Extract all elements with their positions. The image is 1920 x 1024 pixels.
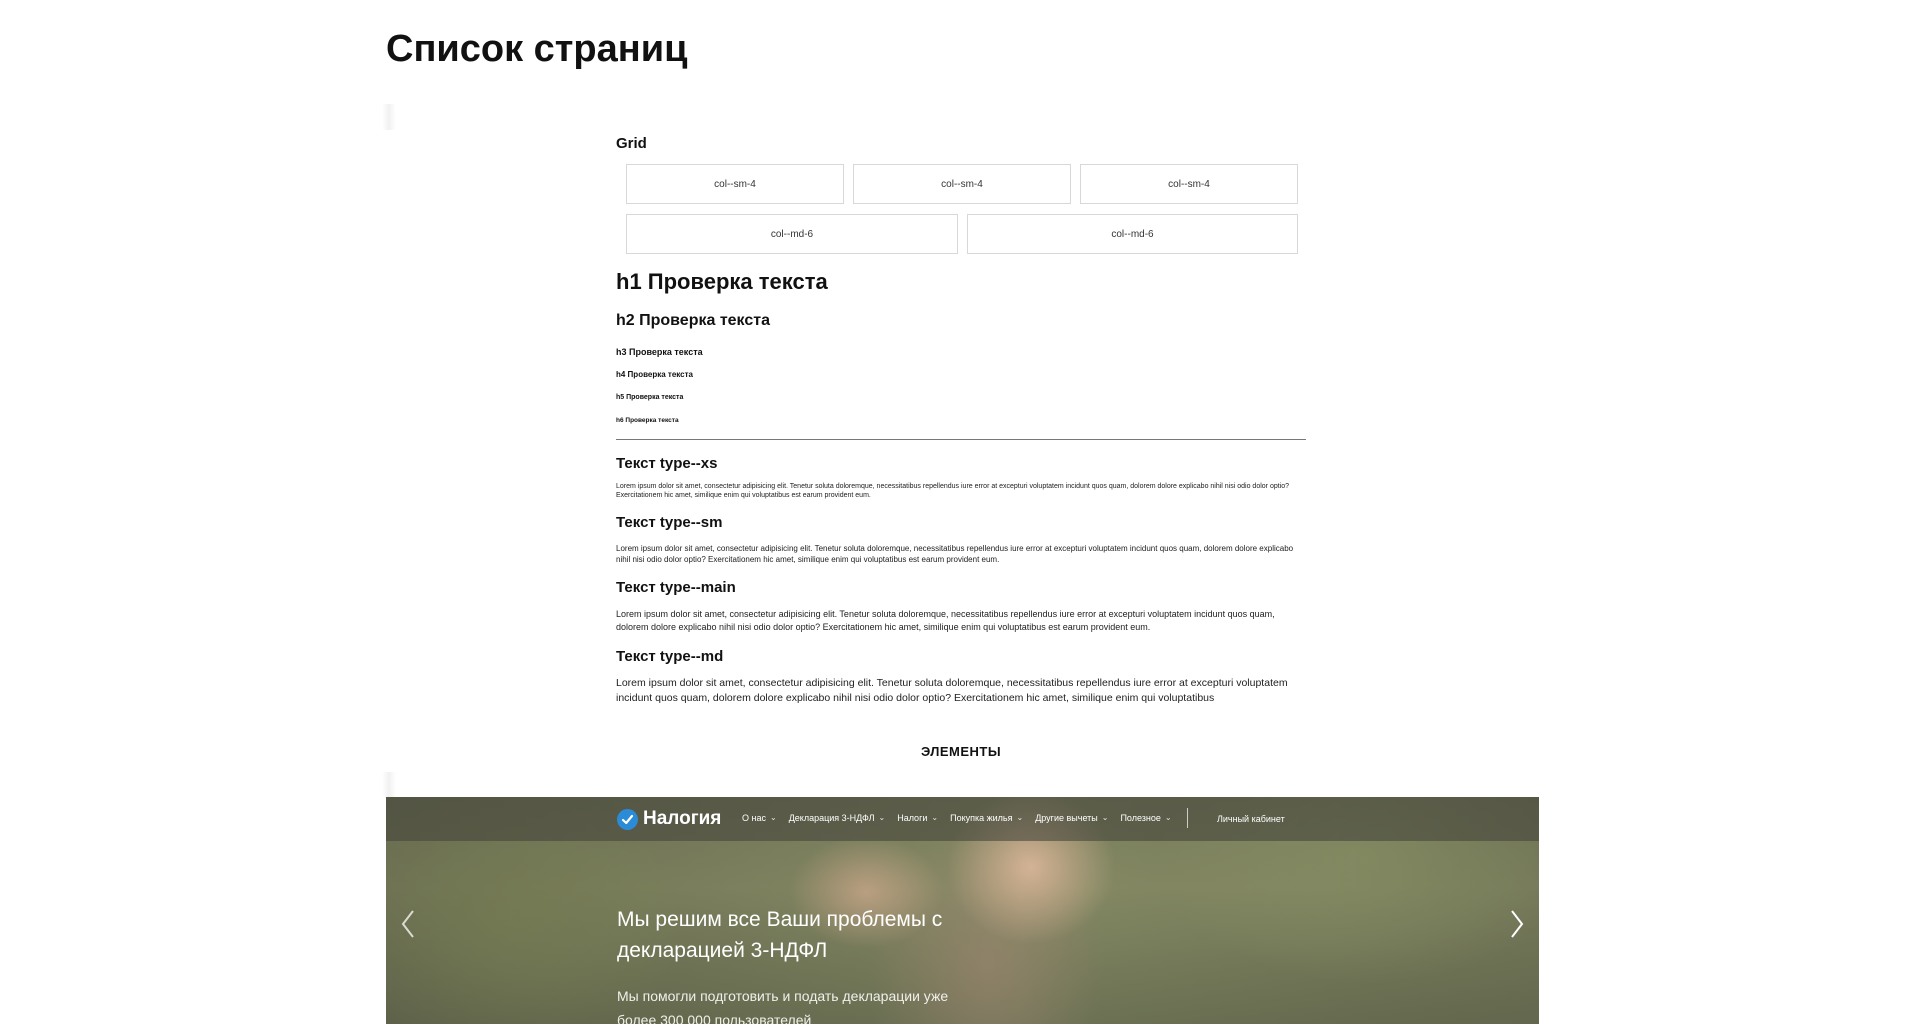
nav-item-label: Другие вычеты — [1035, 813, 1098, 823]
elements-heading: ЭЛЕМЕНТЫ — [920, 744, 1002, 759]
drag-handle[interactable] — [382, 104, 396, 130]
heading-h4-sample: h4 Проверка текста — [616, 370, 693, 379]
nav-divider — [1187, 808, 1188, 828]
hero-title: Мы решим все Ваши проблемы с декларацией… — [617, 908, 943, 962]
chevron-down-icon: ⌄ — [1016, 813, 1024, 822]
chevron-down-icon: ⌄ — [1164, 813, 1172, 822]
drag-handle[interactable] — [382, 772, 396, 798]
page-preview: Grid col--sm-4 col--sm-4 col--sm-4 col--… — [616, 132, 1306, 732]
grid-row: col--md-6 col--md-6 — [616, 214, 1306, 254]
nav-item-useful[interactable]: Полезное ⌄ — [1120, 810, 1171, 826]
heading-h3-sample: h3 Проверка текста — [616, 347, 703, 357]
grid-cell: col--md-6 — [626, 214, 958, 254]
site-header: Налогия О нас ⌄ Декларация 3-НДФЛ ⌄ Налоги… — [386, 797, 1539, 841]
nav-item-label: Налоги — [897, 813, 928, 823]
chevron-down-icon: ⌄ — [1101, 813, 1109, 822]
site-logo[interactable]: Налогия — [617, 808, 721, 830]
nav-item-other-deductions[interactable]: Другие вычеты ⌄ — [1035, 810, 1108, 826]
heading-h2-sample: h2 Проверка текста — [616, 312, 770, 329]
page-title: Список страниц — [386, 28, 688, 70]
grid-cell: col--md-6 — [967, 214, 1298, 254]
text-type-md-body: Lorem ipsum dolor sit amet, consectetur … — [616, 677, 1288, 704]
chevron-down-icon: ⌄ — [769, 813, 777, 822]
nav-item-label: О нас — [742, 813, 766, 823]
text-type-sm-body: Lorem ipsum dolor sit amet, consectetur … — [616, 544, 1294, 564]
text-type-sm-title: Текст type--sm — [616, 514, 723, 531]
nav-item-housing[interactable]: Покупка жилья ⌄ — [950, 810, 1023, 826]
personal-cabinet-link[interactable]: Личный кабинет — [1217, 811, 1285, 827]
main-nav: О нас ⌄ Декларация 3-НДФЛ ⌄ Налоги ⌄ Покупк… — [742, 810, 1172, 826]
heading-h1-sample: h1 Проверка текста — [616, 269, 828, 294]
nav-item-label: Покупка жилья — [950, 813, 1013, 823]
logo-text: Налогия — [643, 808, 722, 829]
heading-h6-sample: h6 Проверка текста — [616, 417, 679, 424]
carousel-prev-arrow-icon[interactable] — [398, 907, 418, 941]
chevron-down-icon: ⌄ — [878, 813, 886, 822]
nav-item-label: Полезное — [1120, 813, 1161, 823]
nav-item-taxes[interactable]: Налоги ⌄ — [897, 810, 938, 826]
hero-subtitle: Мы помогли подготовить и подать декларац… — [617, 988, 949, 1024]
text-type-main-title: Текст type--main — [616, 579, 736, 596]
grid-label: Grid — [616, 135, 647, 152]
grid-row: col--sm-4 col--sm-4 col--sm-4 — [616, 164, 1306, 204]
hero-banner: Налогия О нас ⌄ Декларация 3-НДФЛ ⌄ Налоги… — [386, 797, 1539, 1024]
divider — [616, 439, 1306, 440]
text-type-xs-body: Lorem ipsum dolor sit amet, consectetur … — [616, 483, 1290, 499]
check-circle-icon — [617, 808, 638, 830]
chevron-down-icon: ⌄ — [931, 813, 939, 822]
carousel-next-arrow-icon[interactable] — [1507, 907, 1527, 941]
nav-item-declaration[interactable]: Декларация 3-НДФЛ ⌄ — [789, 810, 886, 826]
grid-cell: col--sm-4 — [853, 164, 1071, 204]
grid-cell: col--sm-4 — [1080, 164, 1298, 204]
text-type-main-body: Lorem ipsum dolor sit amet, consectetur … — [616, 609, 1275, 632]
nav-item-label: Декларация 3-НДФЛ — [788, 813, 875, 823]
nav-item-about[interactable]: О нас ⌄ — [742, 810, 777, 826]
grid-cell: col--sm-4 — [626, 164, 844, 204]
text-type-md-title: Текст type--md — [616, 648, 724, 665]
text-type-xs-title: Текст type--xs — [616, 455, 718, 472]
heading-h5-sample: h5 Проверка текста — [616, 394, 684, 401]
